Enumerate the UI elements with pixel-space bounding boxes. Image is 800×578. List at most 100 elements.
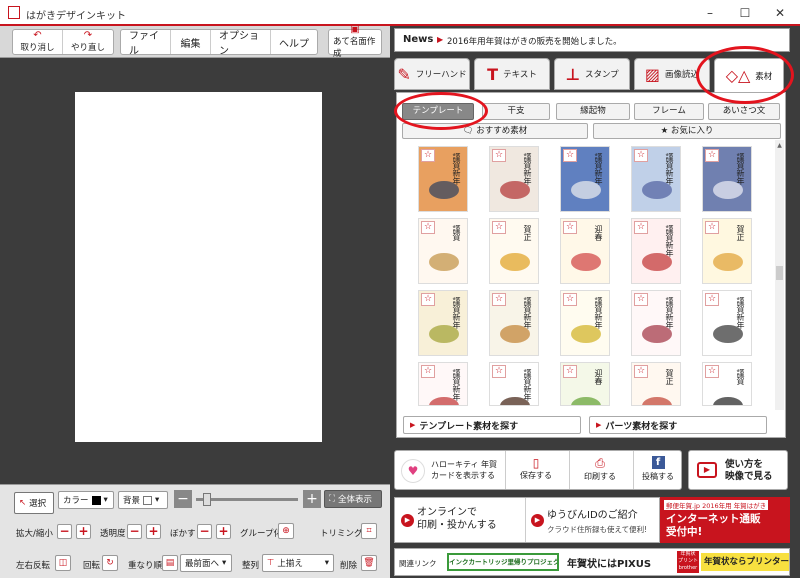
- document-icon: ▯: [532, 456, 540, 470]
- print-button[interactable]: ⎙ 印刷する: [572, 456, 628, 486]
- template-thumbnail[interactable]: ☆ 謹賀新年: [560, 146, 610, 212]
- scroll-thumb[interactable]: [776, 266, 783, 280]
- redo-button[interactable]: ↷ やり直し: [63, 30, 113, 54]
- pixus-link[interactable]: 年賀状にはPIXUS: [567, 555, 651, 570]
- postcard-canvas[interactable]: [75, 92, 322, 442]
- template-thumbnail[interactable]: ☆ 迎春: [560, 218, 610, 284]
- template-thumbnail[interactable]: ☆ 謹賀新年: [702, 146, 752, 212]
- minimize-button[interactable]: –: [695, 4, 725, 22]
- favorite-star-icon[interactable]: ☆: [563, 365, 577, 378]
- template-thumbnail[interactable]: ☆ 賀正: [489, 218, 539, 284]
- menu-options[interactable]: オプション: [211, 30, 271, 57]
- material-scrollbar[interactable]: ▲: [775, 140, 784, 410]
- save-button[interactable]: ▯ 保存する: [508, 456, 564, 486]
- tab-text[interactable]: T テキスト: [474, 58, 550, 90]
- favorites-button[interactable]: ★ お気に入り: [593, 123, 781, 139]
- template-thumbnail[interactable]: ☆ 謹賀: [702, 362, 752, 406]
- tab-stamp[interactable]: ⊥ スタンプ: [554, 58, 630, 90]
- category-greeting[interactable]: あいさつ文: [708, 103, 780, 120]
- flip-button[interactable]: ◫: [55, 555, 71, 571]
- tab-freehand[interactable]: ✎ フリーハンド: [394, 58, 470, 90]
- trim-button[interactable]: ⌗: [361, 523, 377, 539]
- menu-help[interactable]: ヘルプ: [271, 30, 317, 54]
- favorite-star-icon[interactable]: ☆: [421, 365, 435, 378]
- category-engimono[interactable]: 縁起物: [556, 103, 630, 120]
- align-dropdown[interactable]: ⊤ 上揃え ▾: [262, 554, 334, 572]
- template-thumbnail[interactable]: ☆ 謹賀新年: [489, 362, 539, 406]
- favorite-star-icon[interactable]: ☆: [634, 365, 648, 378]
- favorite-star-icon[interactable]: ☆: [705, 293, 719, 306]
- news-text[interactable]: 2016年用年賀はがきの販売を開始しました。: [447, 35, 622, 47]
- favorite-star-icon[interactable]: ☆: [705, 365, 719, 378]
- background-dropdown[interactable]: 背景 ▾: [118, 491, 168, 509]
- bring-front-dropdown[interactable]: 最前面へ ▾: [180, 554, 232, 572]
- template-thumbnail[interactable]: ☆ 謹賀新年: [489, 290, 539, 356]
- nenga-ad-banner[interactable]: 郵便年賀.jp 2016年用 年賀はがき インターネット通販 受付中!: [660, 497, 790, 543]
- favorite-star-icon[interactable]: ☆: [492, 293, 506, 306]
- search-parts-button[interactable]: ▶ パーツ素材を探す: [589, 416, 767, 434]
- favorite-star-icon[interactable]: ☆: [705, 149, 719, 162]
- favorite-star-icon[interactable]: ☆: [421, 293, 435, 306]
- zoom-slider[interactable]: [196, 498, 298, 501]
- scale-plus[interactable]: +: [76, 524, 91, 539]
- brother-link[interactable]: 年賀状ならプリンター: [701, 553, 789, 571]
- thumbnail-illustration: [500, 253, 530, 271]
- template-thumbnail[interactable]: ☆ 迎春: [560, 362, 610, 406]
- group-button[interactable]: ⊕: [278, 523, 294, 539]
- trash-icon[interactable]: 🗑: [361, 555, 377, 571]
- undo-button[interactable]: ↶ 取り消し: [13, 30, 63, 54]
- zoom-in-button[interactable]: +: [303, 490, 321, 508]
- template-thumbnail[interactable]: ☆ 賀正: [702, 218, 752, 284]
- category-eto[interactable]: 干支: [482, 103, 550, 120]
- scale-minus[interactable]: −: [57, 524, 72, 539]
- favorite-star-icon[interactable]: ☆: [634, 221, 648, 234]
- post-button[interactable]: f 投稿する: [635, 456, 681, 486]
- yubin-id-title[interactable]: ゆうびんIDのご紹介: [547, 506, 638, 521]
- kitty-card-link[interactable]: ハローキティ 年賀 カードを表示する: [431, 459, 497, 481]
- template-thumbnail[interactable]: ☆ 謹賀新年: [702, 290, 752, 356]
- zoom-out-button[interactable]: −: [174, 490, 192, 508]
- favorite-star-icon[interactable]: ☆: [492, 365, 506, 378]
- template-thumbnail[interactable]: ☆ 謹賀新年: [489, 146, 539, 212]
- thumbnail-text: 謹賀新年: [523, 297, 532, 329]
- rotate-button[interactable]: ↻: [102, 555, 118, 571]
- favorite-star-icon[interactable]: ☆: [563, 149, 577, 162]
- template-thumbnail[interactable]: ☆ 賀正: [631, 362, 681, 406]
- favorite-star-icon[interactable]: ☆: [421, 221, 435, 234]
- color-dropdown[interactable]: カラー ▾: [58, 491, 114, 509]
- favorite-star-icon[interactable]: ☆: [705, 221, 719, 234]
- close-button[interactable]: ✕: [765, 4, 795, 22]
- ink-recycle-link[interactable]: インクカートリッジ里帰りプロジェクト: [447, 553, 559, 571]
- favorite-star-icon[interactable]: ☆: [563, 293, 577, 306]
- template-thumbnail[interactable]: ☆ 謹賀新年: [418, 362, 468, 406]
- favorite-star-icon[interactable]: ☆: [634, 293, 648, 306]
- menu-edit[interactable]: 編集: [171, 30, 211, 54]
- template-thumbnail[interactable]: ☆ 謹賀新年: [418, 290, 468, 356]
- address-side-button[interactable]: ▣ あて名面作成: [329, 25, 381, 60]
- favorite-star-icon[interactable]: ☆: [492, 221, 506, 234]
- menu-file[interactable]: ファイル: [121, 30, 171, 57]
- transparency-plus[interactable]: +: [146, 524, 161, 539]
- transparency-minus[interactable]: −: [127, 524, 142, 539]
- favorite-star-icon[interactable]: ☆: [492, 149, 506, 162]
- maximize-button[interactable]: ☐: [730, 4, 760, 22]
- template-thumbnail[interactable]: ☆ 謹賀新年: [631, 146, 681, 212]
- video-guide-button[interactable]: ▶ 使い方を 映像で見る: [688, 450, 788, 490]
- favorite-star-icon[interactable]: ☆: [634, 149, 648, 162]
- blur-plus[interactable]: +: [216, 524, 231, 539]
- template-thumbnail[interactable]: ☆ 謹賀新年: [631, 290, 681, 356]
- template-thumbnail[interactable]: ☆ 謹賀新年: [631, 218, 681, 284]
- template-thumbnail[interactable]: ☆ 謹賀新年: [560, 290, 610, 356]
- scroll-up-icon[interactable]: ▲: [775, 142, 784, 150]
- search-template-button[interactable]: ▶ テンプレート素材を探す: [403, 416, 581, 434]
- zoom-slider-handle[interactable]: [203, 493, 211, 506]
- blur-minus[interactable]: −: [197, 524, 212, 539]
- favorite-star-icon[interactable]: ☆: [563, 221, 577, 234]
- favorite-star-icon[interactable]: ☆: [421, 149, 435, 162]
- show-all-button[interactable]: ⛶ 全体表示: [324, 490, 382, 508]
- template-thumbnail[interactable]: ☆ 謹賀新年: [418, 146, 468, 212]
- online-print-link[interactable]: オンラインで 印刷・投かんする: [417, 506, 497, 532]
- category-frame[interactable]: フレーム: [634, 103, 704, 120]
- template-thumbnail[interactable]: ☆ 謹賀: [418, 218, 468, 284]
- select-tool[interactable]: ↖ 選択: [14, 492, 54, 514]
